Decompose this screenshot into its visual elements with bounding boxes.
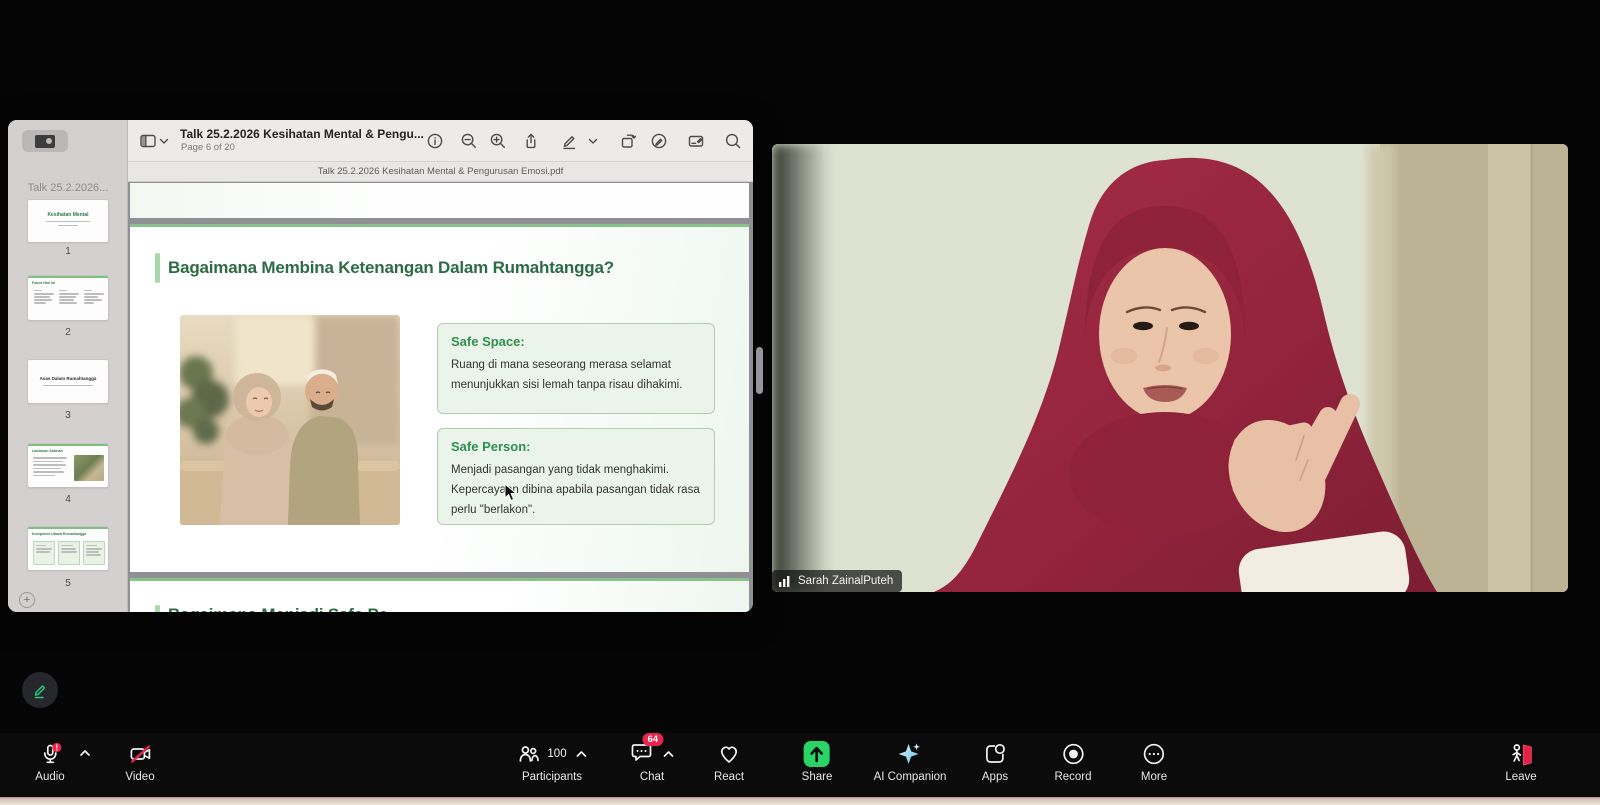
thumb-number: 4 bbox=[8, 494, 128, 505]
audio-alert-badge: ! bbox=[55, 743, 58, 752]
current-slide-page: Bagaimana Membina Ketenangan Dalam Rumah… bbox=[130, 224, 749, 572]
sidebar-toggle-icon[interactable] bbox=[138, 131, 158, 151]
next-slide-title-clipped: Bagaimana Menjadi Safe Pe bbox=[168, 605, 388, 612]
info-icon[interactable] bbox=[425, 131, 445, 151]
chevron-down-icon[interactable] bbox=[158, 131, 170, 151]
rotate-icon[interactable] bbox=[618, 131, 638, 151]
box-heading: Safe Space: bbox=[451, 334, 701, 349]
pdf-page-area[interactable]: Bagaimana Membina Ketenangan Dalam Rumah… bbox=[128, 182, 753, 612]
thumb-number: 1 bbox=[8, 246, 128, 257]
apps-icon bbox=[983, 742, 1007, 766]
document-title: Talk 25.2.2026 Kesihatan Mental & Pengu.… bbox=[180, 127, 424, 141]
safe-person-box: Safe Person: Menjadi pasangan yang tidak… bbox=[437, 428, 715, 525]
slide-thumbnail-2[interactable]: Fokus Hari Ini bbox=[28, 276, 108, 320]
box-body: Ruang di mana seseorang merasa selamat m… bbox=[451, 355, 701, 395]
speaker-video-frame bbox=[772, 144, 1568, 592]
audio-level-icon bbox=[779, 575, 792, 587]
zoom-meeting-screen: Talk 25.2.2026... Kesihatan Mental 1 Fok… bbox=[0, 0, 1600, 805]
participant-name: Sarah ZainalPuteh bbox=[798, 575, 893, 587]
share-export-icon[interactable] bbox=[521, 131, 541, 151]
record-button[interactable]: Record bbox=[1054, 739, 1091, 783]
camera-off-icon bbox=[128, 742, 152, 766]
speaker-video-tile: Sarah ZainalPuteh bbox=[772, 144, 1568, 592]
pdf-main-area: Talk 25.2.2026 Kesihatan Mental & Pengu.… bbox=[128, 120, 753, 612]
record-icon bbox=[1061, 742, 1085, 766]
mouse-cursor bbox=[504, 483, 518, 508]
scrollbar-thumb[interactable] bbox=[756, 347, 763, 394]
safe-space-box: Safe Space: Ruang di mana seseorang mera… bbox=[437, 323, 715, 414]
chat-button[interactable]: 64 Chat bbox=[630, 739, 675, 783]
participants-button[interactable]: 100 Participants bbox=[516, 739, 587, 783]
markup-pencil-icon[interactable] bbox=[559, 131, 579, 151]
slide-photo-couple bbox=[180, 315, 400, 525]
participants-count: 100 bbox=[547, 748, 566, 760]
chevron-up-icon[interactable] bbox=[576, 750, 588, 758]
slide-thumbnail-5[interactable]: Komponen Utama Rumahtangga bbox=[28, 527, 108, 570]
audio-button[interactable]: ! Audio bbox=[35, 739, 64, 783]
share-button[interactable]: Share bbox=[802, 739, 833, 783]
chevron-up-icon[interactable] bbox=[663, 750, 675, 758]
sign-icon[interactable] bbox=[649, 131, 669, 151]
slide-thumbnail-4[interactable]: Landasan Sakinah bbox=[28, 444, 108, 487]
title-accent-bar bbox=[155, 605, 160, 612]
fill-form-icon[interactable] bbox=[686, 131, 706, 151]
slide-thumbnail-3[interactable]: Asas Dalam Rumahtangga bbox=[28, 360, 108, 403]
participants-icon bbox=[516, 742, 540, 766]
slide-title: Bagaimana Membina Ketenangan Dalam Rumah… bbox=[168, 258, 614, 278]
react-button[interactable]: React bbox=[714, 739, 744, 783]
meeting-controls-bar: ! Audio Video bbox=[0, 733, 1600, 797]
next-page-fragment: Bagaimana Menjadi Safe Pe bbox=[130, 578, 749, 612]
zoom-out-icon[interactable] bbox=[459, 131, 479, 151]
chevron-down-icon[interactable] bbox=[587, 131, 599, 151]
participant-name-tag: Sarah ZainalPuteh bbox=[772, 570, 902, 592]
ai-sparkle-icon bbox=[897, 741, 923, 767]
pencil-icon bbox=[31, 681, 49, 699]
slide-thumbnail-1[interactable]: Kesihatan Mental bbox=[28, 200, 108, 242]
video-button[interactable]: Video bbox=[125, 739, 154, 783]
title-accent-bar bbox=[155, 253, 160, 283]
sidebar-doc-label: Talk 25.2.2026... bbox=[8, 182, 128, 194]
pdf-viewer-window: Talk 25.2.2026... Kesihatan Mental 1 Fok… bbox=[8, 120, 753, 612]
thumb-number: 5 bbox=[8, 578, 128, 589]
page-indicator: Page 6 of 20 bbox=[181, 142, 235, 153]
chat-unread-badge: 64 bbox=[643, 733, 664, 746]
microphone-icon: ! bbox=[38, 742, 62, 766]
zoom-in-icon[interactable] bbox=[488, 131, 508, 151]
preview-toolbar: Talk 25.2.2026 Kesihatan Mental & Pengu.… bbox=[128, 120, 753, 162]
pdf-sidebar: Talk 25.2.2026... Kesihatan Mental 1 Fok… bbox=[8, 120, 128, 612]
screen-person-icon bbox=[35, 135, 55, 148]
leave-button[interactable]: Leave bbox=[1505, 739, 1536, 783]
thumb-photo bbox=[74, 455, 104, 481]
thumb-number: 2 bbox=[8, 327, 128, 338]
annotate-button[interactable] bbox=[22, 672, 58, 708]
more-button[interactable]: More bbox=[1141, 739, 1167, 783]
more-ellipsis-icon bbox=[1142, 742, 1166, 766]
box-heading: Safe Person: bbox=[451, 439, 701, 454]
heart-icon bbox=[716, 742, 742, 766]
presenter-view-button[interactable] bbox=[22, 130, 68, 152]
thumb-number: 3 bbox=[8, 410, 128, 421]
apps-button[interactable]: Apps bbox=[982, 739, 1008, 783]
leave-door-icon bbox=[1508, 742, 1534, 766]
previous-page-fragment bbox=[130, 183, 749, 218]
ai-companion-button[interactable]: AI Companion bbox=[874, 739, 947, 783]
background-window-edge bbox=[0, 797, 1600, 805]
box-body: Menjadi pasangan yang tidak menghakimi. … bbox=[451, 460, 701, 520]
chevron-up-icon bbox=[79, 749, 91, 757]
share-screen-icon bbox=[803, 740, 831, 768]
search-icon[interactable] bbox=[723, 131, 743, 151]
filename-bar: Talk 25.2.2026 Kesihatan Mental & Pengur… bbox=[128, 162, 753, 182]
audio-options-chevron[interactable] bbox=[77, 749, 91, 757]
add-page-button[interactable]: + bbox=[19, 592, 35, 608]
